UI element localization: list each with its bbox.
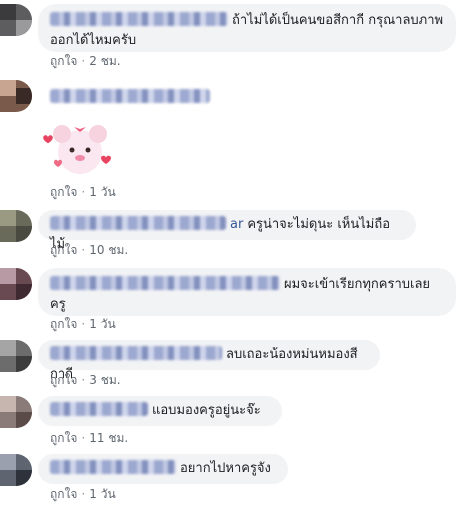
avatar[interactable]: [0, 396, 32, 428]
comment-meta: ถูกใจ · 10 ชม.: [50, 243, 129, 257]
like-link[interactable]: ถูกใจ: [50, 431, 77, 445]
comment-time[interactable]: 11 ชม.: [89, 431, 128, 445]
avatar[interactable]: [0, 4, 32, 36]
comment-meta: ถูกใจ · 3 ชม.: [50, 373, 121, 387]
comment-time[interactable]: 2 ชม.: [89, 54, 120, 68]
comment-time[interactable]: 1 วัน: [89, 185, 115, 199]
comment-time[interactable]: 1 วัน: [89, 487, 115, 501]
commenter-name-tail[interactable]: ar: [230, 217, 243, 232]
comment-text: อยากไปหาครูจัง: [180, 461, 271, 476]
comment-time[interactable]: 10 ชม.: [89, 243, 128, 257]
like-link[interactable]: ถูกใจ: [50, 373, 77, 387]
comment-bubble: ถ้าไม่ได้เป็นคนขอสีกากี กรุณาลบภาพออกได้…: [38, 4, 456, 52]
comment-bubble: ผมจะเข้าเรียกทุกคราบเลยครู: [38, 268, 456, 316]
commenter-name[interactable]: [50, 276, 280, 290]
like-link[interactable]: ถูกใจ: [50, 243, 77, 257]
commenter-name[interactable]: [50, 216, 226, 230]
comment-meta: ถูกใจ · 2 ชม.: [50, 54, 121, 68]
avatar[interactable]: [0, 268, 32, 300]
commenter-name[interactable]: [50, 402, 148, 416]
comment-meta: ถูกใจ · 11 ชม.: [50, 431, 129, 445]
comment-bubble: ลบเถอะน้องหม่นหมองสีกากี: [38, 340, 380, 382]
like-link[interactable]: ถูกใจ: [50, 54, 77, 68]
like-link[interactable]: ถูกใจ: [50, 317, 77, 331]
commenter-name[interactable]: [50, 12, 228, 26]
avatar[interactable]: [0, 340, 32, 372]
comment-time[interactable]: 3 ชม.: [89, 373, 120, 387]
comment-bubble: [38, 82, 210, 116]
commenter-name[interactable]: [50, 346, 222, 360]
comment-bubble: อยากไปหาครูจัง: [38, 454, 288, 484]
comment-time[interactable]: 1 วัน: [89, 317, 115, 331]
comment-meta: ถูกใจ · 1 วัน: [50, 317, 116, 331]
pink-bear-sticker: [40, 118, 120, 180]
comment-bubble: แอบมองครูอยู่นะจ๊ะ: [38, 396, 282, 426]
commenter-name[interactable]: [50, 460, 176, 474]
comment-bubble: ar ครูน่าจะไม่ดุนะ เห็นไม่ถือไม้: [38, 210, 416, 252]
like-link[interactable]: ถูกใจ: [50, 185, 77, 199]
avatar[interactable]: [0, 454, 32, 486]
comment-meta: ถูกใจ · 1 วัน: [50, 185, 116, 199]
avatar[interactable]: [0, 210, 32, 242]
like-link[interactable]: ถูกใจ: [50, 487, 77, 501]
commenter-name[interactable]: [50, 89, 210, 103]
avatar[interactable]: [0, 80, 32, 112]
comment-text: แอบมองครูอยู่นะจ๊ะ: [152, 403, 261, 418]
comment-meta: ถูกใจ · 1 วัน: [50, 487, 116, 501]
